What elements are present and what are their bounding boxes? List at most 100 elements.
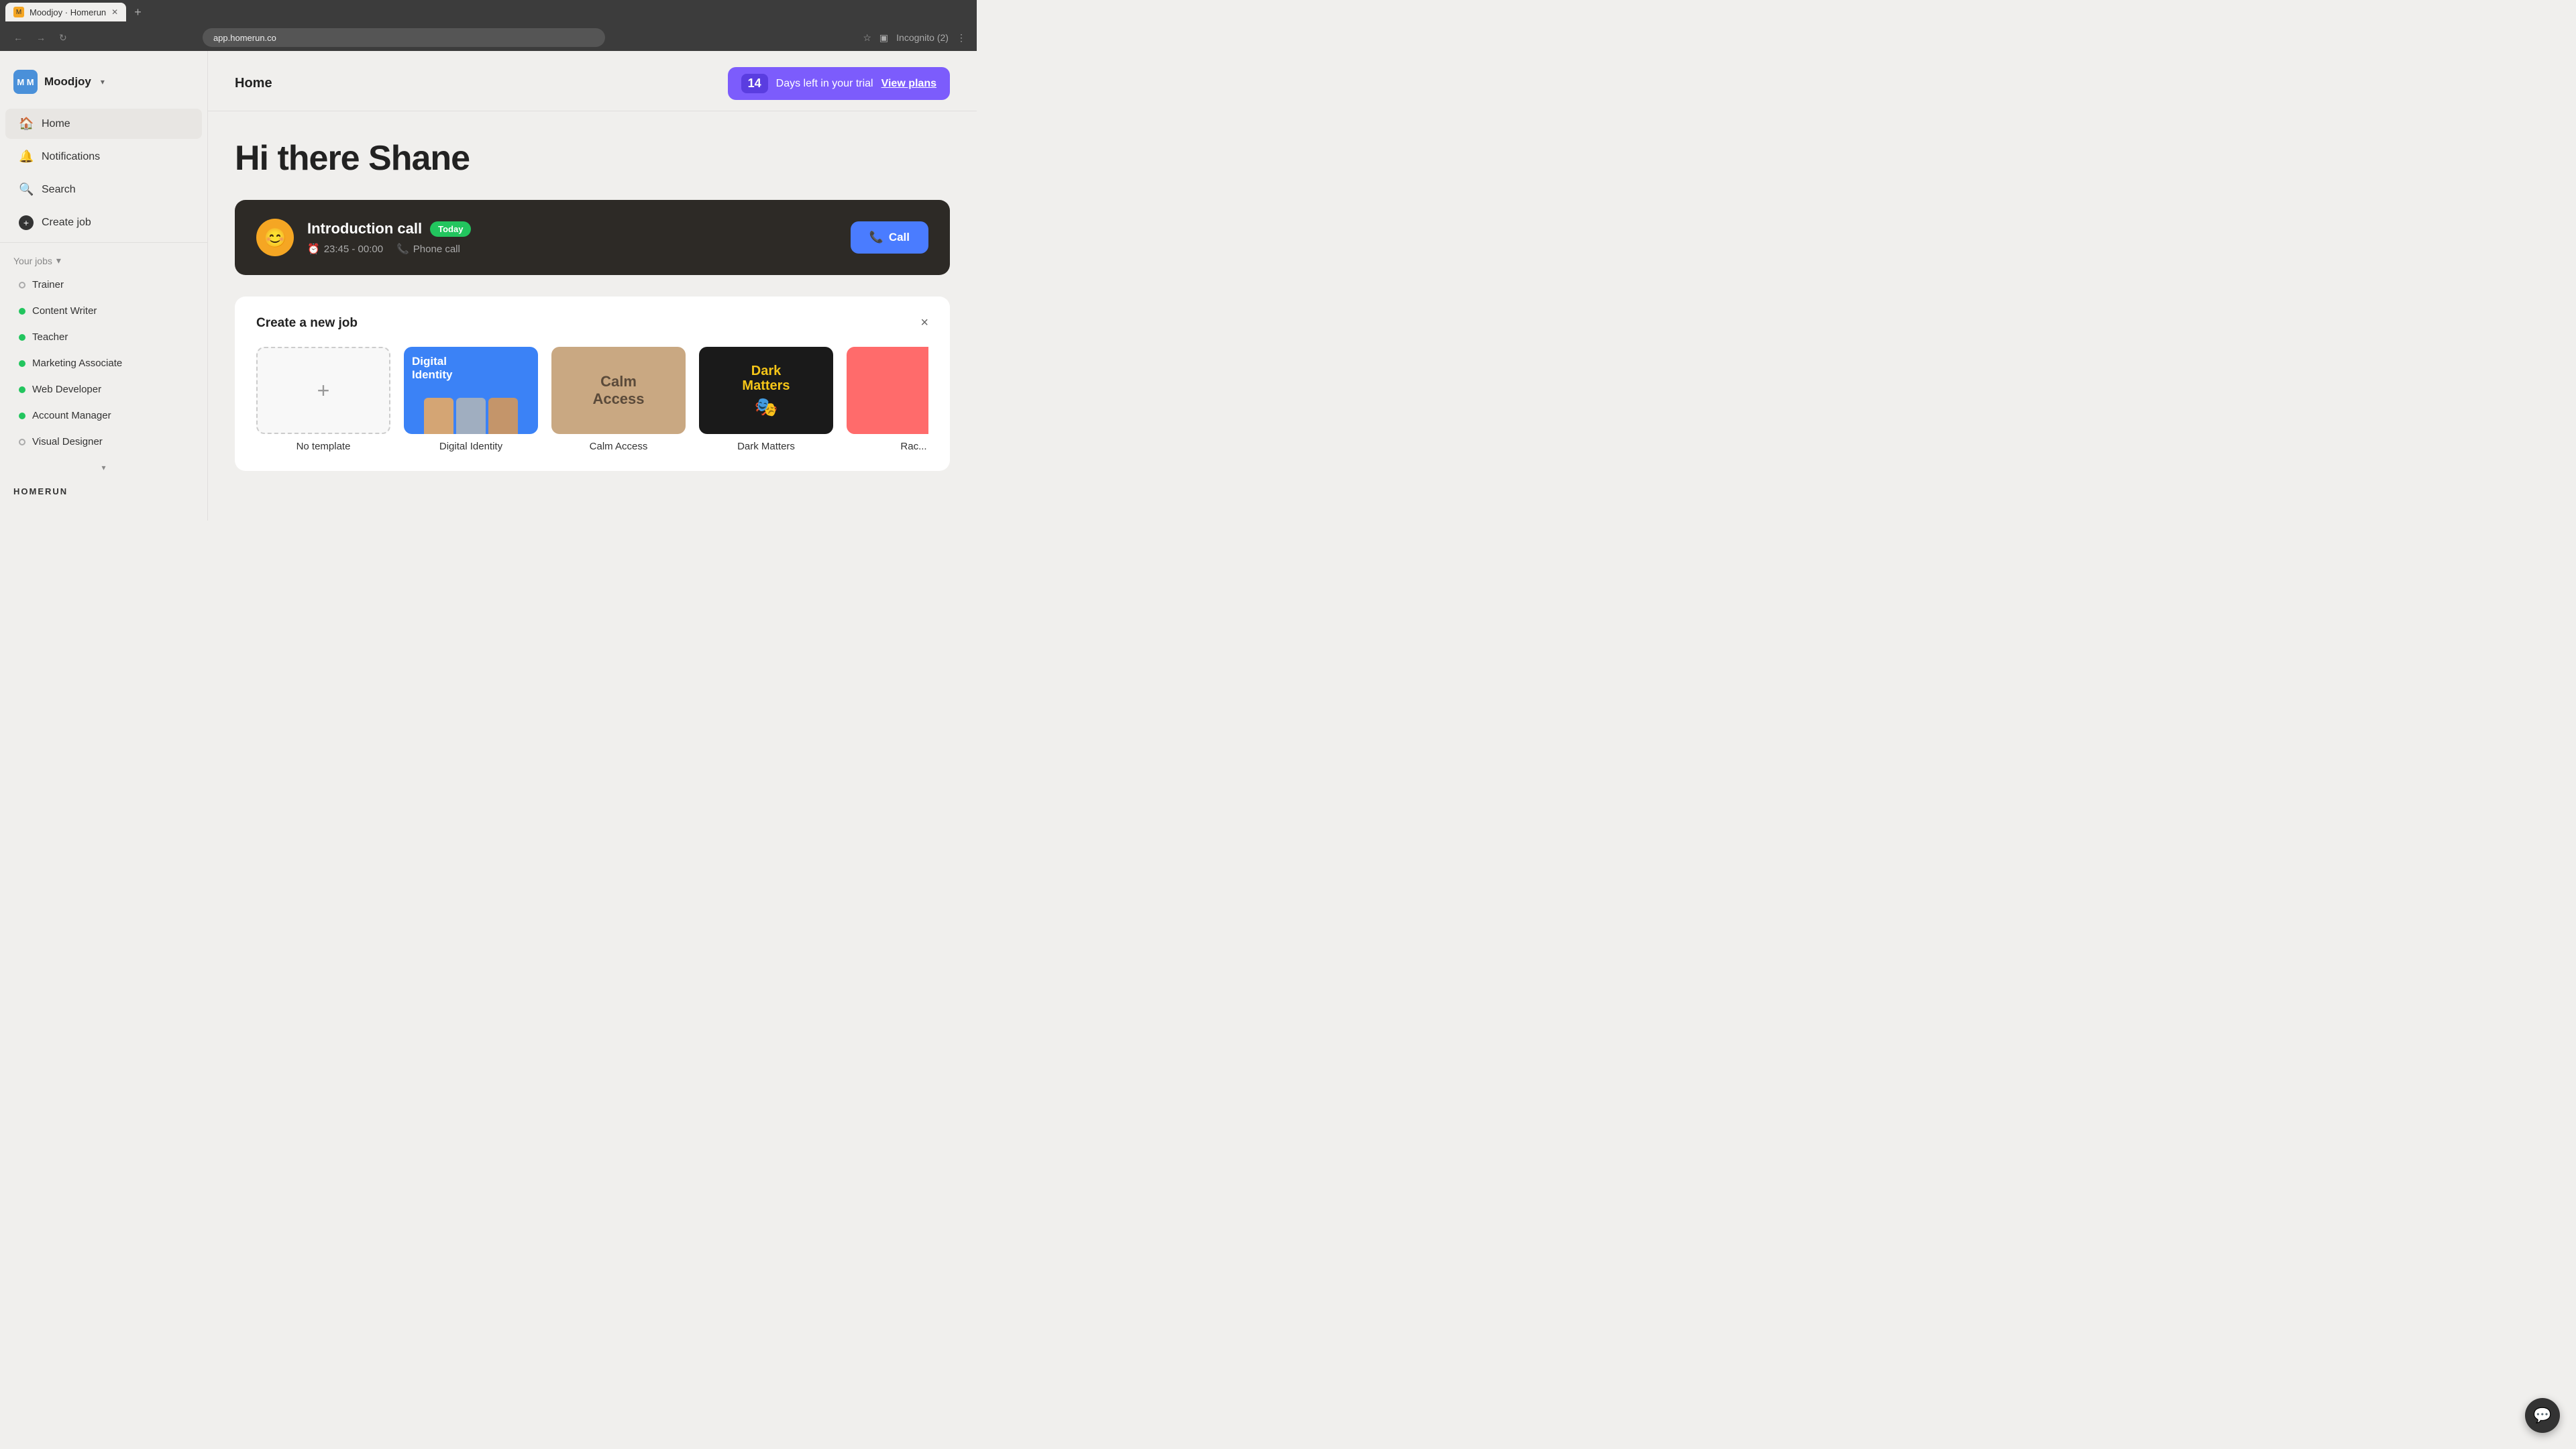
job-status-dot-teacher <box>19 334 25 341</box>
call-type: 📞 Phone call <box>396 243 460 255</box>
chat-icon: 💬 <box>2533 1407 2551 1424</box>
template-card-digital-identity[interactable]: DigitalIdentity Digital Identity <box>404 347 538 452</box>
view-plans-button[interactable]: View plans <box>881 78 936 90</box>
forward-button[interactable]: → <box>34 30 48 46</box>
homerun-logo: HOMERUN <box>0 473 207 510</box>
chat-fab-button[interactable]: 💬 <box>2525 1398 2560 1433</box>
brand-chevron-icon: ▾ <box>101 77 105 87</box>
sidebar-icon[interactable]: ▣ <box>879 32 888 44</box>
job-item-trainer[interactable]: Trainer <box>5 272 202 297</box>
trial-days-number: 14 <box>741 74 768 93</box>
template-name-digital-identity: Digital Identity <box>404 441 538 452</box>
brand-name: Moodjoy <box>44 75 91 89</box>
sidebar-item-home[interactable]: 🏠 Home <box>5 109 202 139</box>
call-title: Introduction call <box>307 220 422 237</box>
template-card-calm-access[interactable]: CalmAccess Calm Access <box>551 347 686 452</box>
sidebar-item-create-job[interactable]: + Create job <box>5 207 202 238</box>
job-item-marketing-associate[interactable]: Marketing Associate <box>5 351 202 376</box>
new-tab-button[interactable]: + <box>129 5 147 19</box>
dark-matters-title: DarkMatters <box>742 364 790 393</box>
reload-button[interactable]: ↻ <box>56 30 70 46</box>
brand-avatar: M M <box>13 70 38 94</box>
active-tab[interactable]: M Moodjoy · Homerun ✕ <box>5 3 126 21</box>
template-thumbnail-calm-access: CalmAccess <box>551 347 686 434</box>
job-status-dot-visual-designer <box>19 439 25 445</box>
template-name-no-template: No template <box>256 441 390 452</box>
create-job-section: Create a new job × + No template <box>235 297 950 471</box>
create-job-icon: + <box>19 215 34 230</box>
job-item-teacher[interactable]: Teacher <box>5 325 202 350</box>
template-card-dark-matters[interactable]: DarkMatters 🎭 Dark Matters <box>699 347 833 452</box>
di-avatars <box>404 394 538 434</box>
clock-icon: ⏰ <box>307 243 320 255</box>
your-jobs-chevron-icon: ▾ <box>56 255 61 266</box>
trial-days-text: Days left in your trial <box>776 78 873 90</box>
call-details: ⏰ 23:45 - 00:00 📞 Phone call <box>307 243 837 255</box>
sidebar-item-notifications[interactable]: 🔔 Notifications <box>5 142 202 172</box>
home-icon: 🏠 <box>19 117 34 131</box>
template-thumbnail-digital-identity: DigitalIdentity <box>404 347 538 434</box>
main-header: Home 14 Days left in your trial View pla… <box>208 51 977 111</box>
menu-icon[interactable]: ⋮ <box>957 32 966 44</box>
create-job-close-button[interactable]: × <box>920 315 928 331</box>
intro-call-card: 😊 Introduction call Today ⏰ 23:45 - 00:0… <box>235 200 950 275</box>
incognito-label[interactable]: Incognito (2) <box>896 32 949 43</box>
di-avatar-2 <box>456 398 486 434</box>
create-job-title: Create a new job <box>256 316 358 331</box>
template-name-race: Rac... <box>847 441 928 452</box>
browser-action-icons: ☆ ▣ Incognito (2) ⋮ <box>863 32 966 44</box>
url-bar[interactable]: app.homerun.co <box>203 28 605 47</box>
job-status-dot-content-writer <box>19 308 25 315</box>
job-status-dot-trainer <box>19 282 25 288</box>
templates-grid: + No template DigitalIdentity <box>256 347 928 452</box>
sidebar-item-search[interactable]: 🔍 Search <box>5 174 202 205</box>
page-title: Home <box>235 76 272 91</box>
job-status-dot-marketing-associate <box>19 360 25 367</box>
tab-close-btn[interactable]: ✕ <box>111 7 118 17</box>
calm-access-text: CalmAccess <box>592 373 644 409</box>
call-avatar: 😊 <box>256 219 294 256</box>
bookmark-icon[interactable]: ☆ <box>863 32 871 44</box>
job-item-content-writer[interactable]: Content Writer <box>5 299 202 323</box>
greeting-heading: Hi there Shane <box>235 138 950 178</box>
notifications-icon: 🔔 <box>19 150 34 164</box>
call-button[interactable]: 📞 Call <box>851 221 928 254</box>
sidebar-brand[interactable]: M M Moodjoy ▾ <box>0 62 207 107</box>
sidebar-notifications-label: Notifications <box>42 151 100 163</box>
tab-favicon: M <box>13 7 24 17</box>
di-avatar-3 <box>488 398 518 434</box>
sidebar-search-label: Search <box>42 184 76 196</box>
today-badge: Today <box>430 221 471 237</box>
tab-bar: M Moodjoy · Homerun ✕ + <box>0 0 977 24</box>
app-layout: M M Moodjoy ▾ 🏠 Home 🔔 Notifications 🔍 S… <box>0 51 977 521</box>
sidebar: M M Moodjoy ▾ 🏠 Home 🔔 Notifications 🔍 S… <box>0 51 208 521</box>
job-item-visual-designer[interactable]: Visual Designer <box>5 429 202 454</box>
call-info: Introduction call Today ⏰ 23:45 - 00:00 … <box>307 220 837 255</box>
job-item-web-developer[interactable]: Web Developer <box>5 377 202 402</box>
trial-badge[interactable]: 14 Days left in your trial View plans <box>728 67 950 100</box>
back-button[interactable]: ← <box>11 30 25 46</box>
template-thumbnail-race <box>847 347 928 434</box>
tab-title: Moodjoy · Homerun <box>30 7 106 17</box>
phone-icon: 📞 <box>396 243 409 255</box>
di-avatar-1 <box>424 398 453 434</box>
template-thumbnail-dark-matters: DarkMatters 🎭 <box>699 347 833 434</box>
dark-matters-icon: 🎭 <box>755 396 778 418</box>
your-jobs-section-label[interactable]: Your jobs ▾ <box>0 246 207 272</box>
call-time: ⏰ 23:45 - 00:00 <box>307 243 383 255</box>
plus-icon: + <box>317 378 330 403</box>
sidebar-divider <box>0 242 207 243</box>
call-title-row: Introduction call Today <box>307 220 837 237</box>
template-card-no-template[interactable]: + No template <box>256 347 390 452</box>
create-job-header: Create a new job × <box>256 315 928 331</box>
search-icon: 🔍 <box>19 182 34 197</box>
template-thumbnail-empty: + <box>256 347 390 434</box>
url-text: app.homerun.co <box>213 33 276 43</box>
job-item-account-manager[interactable]: Account Manager <box>5 403 202 428</box>
template-card-race[interactable]: Rac... <box>847 347 928 452</box>
main-content: Home 14 Days left in your trial View pla… <box>208 51 977 521</box>
call-phone-icon: 📞 <box>869 231 883 244</box>
sidebar-home-label: Home <box>42 118 70 130</box>
sidebar-create-job-label: Create job <box>42 217 91 229</box>
main-body: Hi there Shane 😊 Introduction call Today… <box>208 111 977 498</box>
